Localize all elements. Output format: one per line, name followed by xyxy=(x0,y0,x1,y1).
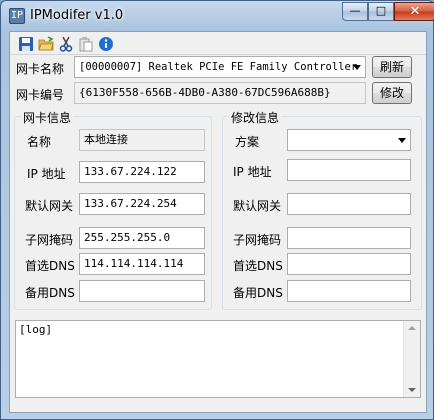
info-icon[interactable] xyxy=(98,36,114,52)
edit-gateway-label: 默认网关 xyxy=(233,199,282,213)
maximize-button[interactable]: □ xyxy=(368,2,394,21)
nic-info-title: 网卡信息 xyxy=(21,109,74,126)
log-textarea[interactable]: [log] xyxy=(15,320,421,398)
edit-dns2-field[interactable] xyxy=(287,280,411,302)
minimize-button[interactable]: — xyxy=(342,2,368,21)
info-mask-field[interactable]: 255.255.255.0 xyxy=(79,227,205,249)
info-dns2-field[interactable] xyxy=(79,280,205,302)
info-gateway-label: 默认网关 xyxy=(25,199,74,213)
log-text: [log] xyxy=(19,323,53,336)
modify-info-title: 修改信息 xyxy=(229,109,282,126)
nic-info-group: 网卡信息 名称 本地连接 IP 地址 133.67.224.122 默认网关 1… xyxy=(14,109,212,310)
edit-ip-field[interactable] xyxy=(287,159,411,181)
edit-dns1-field[interactable] xyxy=(287,253,411,275)
scroll-down-icon[interactable] xyxy=(408,388,416,392)
toolbar xyxy=(14,34,154,54)
info-ip-field[interactable]: 133.67.224.122 xyxy=(79,161,205,183)
app-icon: IP xyxy=(9,8,25,24)
info-name-field[interactable]: 本地连接 xyxy=(79,129,205,151)
modify-info-group: 修改信息 方案 IP 地址 默认网关 子网掩码 首选DNS 备用DNS xyxy=(222,109,422,310)
info-dns1-field[interactable]: 114.114.114.114 xyxy=(79,253,205,275)
info-name-label: 名称 xyxy=(27,135,52,149)
refresh-button[interactable]: 刷新 xyxy=(372,56,412,78)
scheme-select[interactable] xyxy=(287,129,411,151)
chevron-down-icon xyxy=(398,138,406,143)
maximize-icon: □ xyxy=(375,4,387,17)
nic-select[interactable]: [00000007] Realtek PCIe FE Family Contro… xyxy=(74,56,366,78)
info-dns2-label: 备用DNS xyxy=(25,286,75,300)
nic-name-label: 网卡名称 xyxy=(16,62,65,76)
title-bar[interactable]: IP IPModifer v1.0 — □ ✕ xyxy=(1,1,434,31)
modify-button[interactable]: 修改 xyxy=(372,82,412,104)
edit-ip-label: IP 地址 xyxy=(233,165,272,179)
edit-dns2-label: 备用DNS xyxy=(233,286,283,300)
app-window: IP IPModifer v1.0 — □ ✕ 网卡名称 [00000007] … xyxy=(0,0,434,420)
close-icon: ✕ xyxy=(409,4,421,19)
scroll-up-icon[interactable] xyxy=(408,326,416,330)
info-mask-label: 子网掩码 xyxy=(25,233,74,247)
minimize-icon: — xyxy=(349,4,361,17)
open-folder-icon[interactable] xyxy=(38,36,54,52)
toolbar-divider xyxy=(10,54,426,55)
nic-id-field[interactable]: {6130F558-656B-4DB0-A380-67DC596A688B} xyxy=(74,82,366,104)
info-ip-label: IP 地址 xyxy=(27,167,66,181)
edit-scheme-label: 方案 xyxy=(235,135,260,149)
info-dns1-label: 首选DNS xyxy=(25,259,75,273)
edit-dns1-label: 首选DNS xyxy=(233,259,283,273)
edit-mask-field[interactable] xyxy=(287,227,411,249)
close-button[interactable]: ✕ xyxy=(394,2,434,21)
nic-id-label: 网卡编号 xyxy=(16,88,65,102)
client-area: 网卡名称 [00000007] Realtek PCIe FE Family C… xyxy=(9,31,427,413)
paste-icon[interactable] xyxy=(78,36,94,52)
edit-gateway-field[interactable] xyxy=(287,193,411,215)
info-gateway-field[interactable]: 133.67.224.254 xyxy=(79,193,205,215)
chevron-down-icon xyxy=(353,65,361,70)
log-scrollbar[interactable] xyxy=(403,321,420,397)
save-icon[interactable] xyxy=(18,36,34,52)
edit-mask-label: 子网掩码 xyxy=(233,233,282,247)
window-title: IPModifer v1.0 xyxy=(30,8,124,23)
cut-icon[interactable] xyxy=(58,36,74,52)
nic-select-value: [00000007] Realtek PCIe FE Family Contro… xyxy=(79,61,358,73)
